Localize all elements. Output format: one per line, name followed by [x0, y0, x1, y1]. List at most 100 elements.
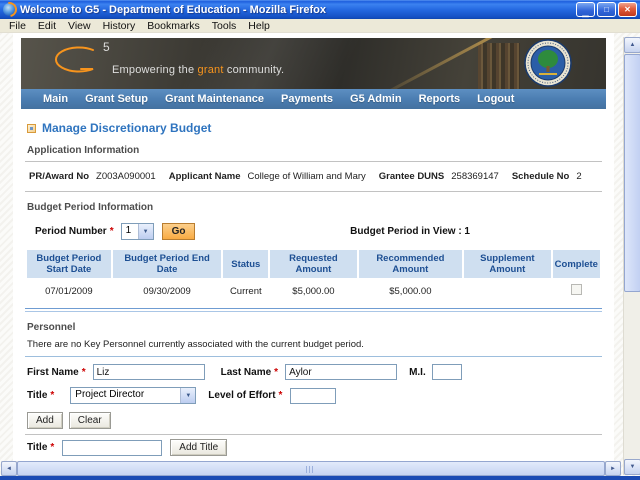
required-marker: * — [81, 366, 86, 378]
add-button[interactable]: Add — [27, 412, 63, 429]
level-of-effort-input[interactable] — [290, 387, 337, 404]
nav-reports[interactable]: Reports — [419, 93, 461, 105]
menu-file[interactable]: File — [3, 20, 32, 32]
menu-help[interactable]: Help — [242, 20, 276, 32]
scroll-left-icon: ◄ — [6, 465, 12, 472]
page-title: Manage Discretionary Budget — [42, 121, 212, 135]
g5-banner: 5 Empowering the grant community. — [21, 38, 606, 89]
title-form-row: Title * Project Director ▼ Level of Effor… — [27, 387, 602, 404]
vertical-scrollbar-thumb[interactable] — [624, 54, 640, 292]
dropdown-arrow-icon[interactable]: ▼ — [180, 388, 196, 403]
menu-edit[interactable]: Edit — [32, 20, 62, 32]
required-marker: * — [278, 390, 283, 401]
clear-button[interactable]: Clear — [68, 412, 111, 429]
scroll-right-button[interactable]: ► — [605, 461, 621, 476]
required-marker: * — [50, 442, 55, 453]
budget-period-in-view: Budget Period in View : 1 — [350, 226, 470, 237]
period-number-label: Period Number * — [35, 226, 114, 237]
first-name-label: First Name * — [27, 366, 86, 378]
new-title-input[interactable] — [62, 439, 163, 456]
go-button[interactable]: Go — [161, 223, 196, 240]
nav-grant-setup[interactable]: Grant Setup — [85, 93, 148, 105]
menu-bookmarks[interactable]: Bookmarks — [141, 20, 206, 32]
divider — [25, 434, 602, 435]
scroll-down-icon: ▼ — [629, 464, 636, 470]
window-border — [0, 476, 640, 480]
personnel-empty-message: There are no Key Personnel currently ass… — [27, 339, 364, 350]
new-title-label: Title * — [27, 442, 55, 453]
bookshelf-image — [478, 43, 520, 89]
page-viewport: 5 Empowering the grant community. Main G… — [0, 33, 640, 476]
budget-period-heading: Budget Period Information — [27, 202, 154, 213]
complete-checkbox — [570, 284, 582, 295]
minimize-button[interactable]: ▁ — [576, 2, 595, 17]
title-label: Title * — [27, 390, 55, 401]
scroll-left-button[interactable]: ◄ — [1, 461, 17, 476]
browser-window: Welcome to G5 - Department of Education … — [0, 0, 640, 480]
page-container: 5 Empowering the grant community. Main G… — [13, 33, 614, 461]
nav-payments[interactable]: Payments — [281, 93, 333, 105]
required-marker: * — [50, 390, 55, 401]
application-info-heading: Application Information — [27, 145, 140, 156]
table-header-row: Budget Period Start Date Budget Period E… — [27, 250, 600, 278]
horizontal-scrollbar-thumb[interactable] — [17, 461, 605, 476]
col-start-date: Budget Period Start Date — [27, 250, 111, 278]
page-content: Manage Discretionary Budget Application … — [13, 109, 614, 461]
applicant-name-label: Applicant Name — [168, 171, 241, 182]
application-info-row: PR/Award No Z003A090001 Applicant Name Col… — [29, 171, 602, 182]
divider — [25, 161, 602, 162]
nav-main[interactable]: Main — [43, 93, 68, 105]
col-supplement: Supplement Amount — [464, 250, 551, 278]
grantee-duns-value: 258369147 — [451, 171, 499, 182]
divider — [25, 191, 602, 192]
menu-view[interactable]: View — [62, 20, 97, 32]
divider — [25, 308, 602, 309]
first-name-input[interactable] — [92, 364, 205, 380]
mi-input[interactable] — [431, 364, 462, 380]
maximize-button[interactable]: □ — [597, 2, 616, 17]
title-bar[interactable]: Welcome to G5 - Department of Education … — [0, 0, 640, 19]
close-button[interactable]: ✕ — [618, 2, 637, 17]
cell-supplement — [464, 278, 551, 301]
banner-tagline: Empowering the grant community. — [112, 64, 285, 76]
col-requested: Requested Amount — [270, 250, 357, 278]
add-title-button[interactable]: Add Title — [170, 439, 228, 456]
menu-history[interactable]: History — [97, 20, 142, 32]
dropdown-arrow-icon[interactable]: ▼ — [137, 224, 153, 239]
cell-status: Current — [229, 285, 262, 297]
horizontal-scrollbar[interactable]: ◄ ► — [1, 461, 621, 476]
scroll-up-button[interactable]: ▲ — [624, 37, 640, 53]
menu-tools[interactable]: Tools — [206, 20, 243, 32]
dept-of-education-seal-icon — [524, 39, 572, 87]
col-recommended: Recommended Amount — [358, 250, 463, 278]
scroll-right-icon: ► — [610, 465, 616, 472]
nav-logout[interactable]: Logout — [477, 93, 514, 105]
title-select-value: Project Director — [75, 389, 145, 400]
pr-award-label: PR/Award No — [29, 171, 90, 182]
grantee-duns-label: Grantee DUNS — [378, 171, 445, 182]
maximize-icon: □ — [604, 5, 609, 14]
firefox-icon — [3, 3, 16, 16]
budget-period-table: Budget Period Start Date Budget Period E… — [25, 250, 602, 301]
cell-recommended: $5,000.00 — [389, 285, 432, 297]
period-number-value: 1 — [125, 225, 132, 236]
nav-g5-admin[interactable]: G5 Admin — [350, 93, 402, 105]
personnel-heading: Personnel — [27, 322, 76, 333]
page-title-icon — [27, 123, 36, 133]
nav-grant-maintenance[interactable]: Grant Maintenance — [165, 93, 264, 105]
vertical-scrollbar[interactable]: ▲ ▼ — [623, 37, 640, 475]
period-selector-row: Period Number * 1 ▼ Go Budget Period in V… — [35, 223, 602, 240]
last-name-input[interactable] — [285, 364, 398, 380]
scroll-down-button[interactable]: ▼ — [624, 459, 640, 475]
period-number-select[interactable]: 1 ▼ — [120, 223, 154, 240]
scroll-up-icon: ▲ — [629, 42, 636, 48]
schedule-no-label: Schedule No — [511, 171, 570, 182]
divider — [25, 311, 602, 312]
name-form-row: First Name* Last Name* M.I. — [27, 364, 602, 380]
col-end-date: Budget Period End Date — [112, 250, 222, 278]
close-icon: ✕ — [624, 5, 631, 14]
main-nav: Main Grant Setup Grant Maintenance Payme… — [21, 89, 606, 109]
mi-label: M.I. — [409, 366, 426, 378]
table-row: 07/01/2009 09/30/2009 Current $5,000.00 … — [27, 278, 600, 301]
title-select[interactable]: Project Director ▼ — [70, 387, 197, 404]
